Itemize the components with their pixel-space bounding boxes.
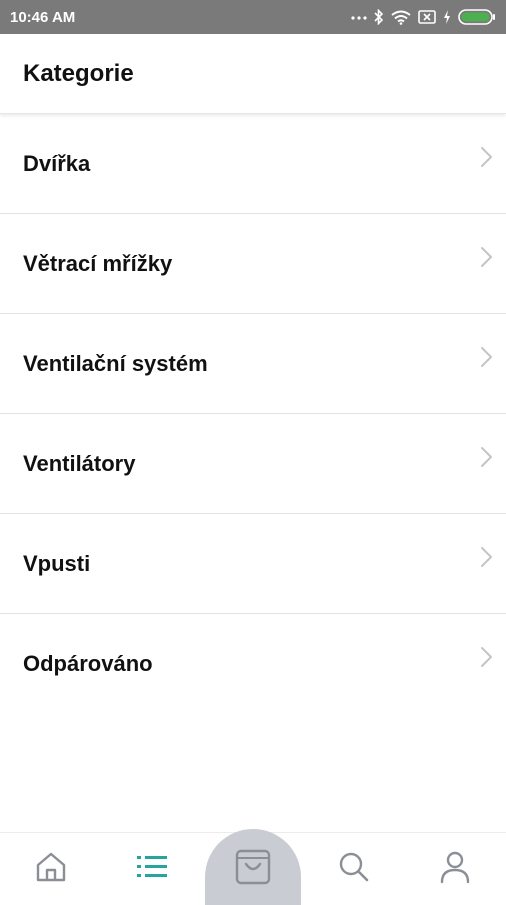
shopping-bag-icon (235, 849, 271, 884)
chevron-right-icon (481, 346, 492, 367)
category-item-dvirka[interactable]: Dvířka (0, 114, 506, 214)
category-item-odparovano[interactable]: Odpárováno (0, 614, 506, 714)
status-time: 10:46 AM (10, 8, 76, 26)
category-list: Dvířka Větrací mřížky Ventilační systém … (0, 114, 506, 714)
nav-profile-button[interactable] (405, 833, 506, 901)
status-icons (351, 9, 496, 25)
header: Kategorie (0, 34, 506, 114)
chevron-right-icon (481, 446, 492, 467)
search-icon (339, 852, 369, 881)
wifi-icon (391, 10, 411, 25)
nav-home-button[interactable] (0, 833, 101, 901)
category-label: Odpárováno (23, 651, 153, 676)
category-item-vetraci-mrizky[interactable]: Větrací mřížky (0, 214, 506, 314)
battery-icon (458, 9, 495, 25)
category-item-ventilacni-system[interactable]: Ventilační systém (0, 314, 506, 414)
category-label: Dvířka (23, 150, 91, 176)
bottom-nav (0, 828, 506, 905)
user-icon (441, 851, 470, 883)
nav-search-button[interactable] (304, 833, 405, 901)
category-label: Ventilátory (23, 450, 136, 476)
page-title: Kategorie (23, 59, 134, 87)
bluetooth-icon (374, 9, 384, 25)
chevron-right-icon (481, 246, 492, 267)
category-label: Ventilační systém (23, 350, 208, 376)
chevron-right-icon (481, 647, 492, 667)
nav-cart-button[interactable] (202, 828, 303, 905)
nav-categories-button[interactable] (101, 833, 202, 901)
category-item-ventilatory[interactable]: Ventilátory (0, 414, 506, 514)
more-dots-icon (351, 16, 367, 20)
chevron-right-icon (481, 546, 492, 567)
list-icon (136, 855, 167, 877)
category-label: Větrací mřížky (23, 250, 173, 276)
status-bar: 10:46 AM (0, 0, 506, 34)
no-sim-icon (418, 10, 436, 24)
home-icon (36, 852, 65, 881)
category-item-vpusti[interactable]: Vpusti (0, 514, 506, 614)
category-label: Vpusti (23, 550, 91, 576)
charging-icon (444, 10, 450, 24)
chevron-right-icon (481, 146, 492, 167)
